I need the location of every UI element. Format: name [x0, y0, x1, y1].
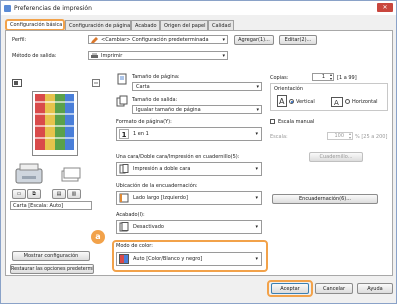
output-size-icon [116, 95, 128, 107]
booklet-button[interactable]: Cuadernillo... [309, 152, 363, 162]
binding-label: Ubicación de la encuadernación: [116, 183, 198, 189]
printer-device-icon [15, 163, 43, 184]
orientation-vertical-radio[interactable] [289, 99, 294, 104]
page-layout-label: Formato de página(Y): [116, 119, 172, 125]
paper-stack-icon [61, 167, 81, 182]
chevron-down-icon: ▾ [255, 131, 258, 137]
copies-value: 1 [321, 74, 325, 80]
chevron-down-icon: ▾ [255, 224, 258, 230]
duplex-label: Una cara/Doble cara/Impresión en cuadern… [116, 154, 240, 160]
svg-text:A: A [279, 97, 285, 106]
view-toggle-4-icon[interactable]: ▥ [67, 189, 81, 199]
page-layout-value: 1 en 1 [133, 131, 149, 137]
chevron-down-icon: ▾ [255, 256, 258, 262]
restore-defaults-button[interactable]: Restaurar las opciones predeterminadas [10, 264, 94, 274]
copies-range: [1 a 99] [337, 75, 357, 81]
landscape-icon: A [331, 97, 343, 107]
scale-value: 100 [334, 133, 344, 139]
printer-app-icon [4, 4, 11, 12]
chevron-down-icon: ▾ [222, 53, 225, 59]
color-mode-value: Auto [Color/Blanco y negro] [133, 256, 203, 262]
page-size-select[interactable]: Carta ▾ [132, 82, 262, 91]
view-toggle-3-icon[interactable]: ▤ [52, 189, 66, 199]
orientation-label: Orientación [274, 86, 304, 92]
one-page-icon: 1 [119, 129, 129, 139]
page-preview [32, 91, 78, 156]
duplex-value: Impresión a doble cara [133, 166, 191, 172]
profile-value: <Cambiar> Configuración predeterminada [101, 37, 209, 43]
manual-scale-label: Escala manual [278, 119, 315, 125]
finishing-select[interactable]: Desactivado ▾ [116, 220, 262, 234]
output-size-value: Igualar tamaño de página [136, 107, 201, 113]
chevron-down-icon: ▾ [222, 37, 225, 43]
output-method-value: Imprimir [101, 53, 123, 59]
color-mode-icon [119, 254, 129, 264]
printer-icon [91, 53, 98, 58]
manual-scale-checkbox[interactable] [270, 119, 275, 124]
page-view-icon[interactable] [12, 79, 22, 87]
page-size-icon [117, 73, 127, 85]
chevron-down-icon: ▾ [256, 107, 259, 113]
chevron-down-icon: ▾ [255, 195, 258, 201]
color-mode-label: Modo de color: [116, 243, 153, 249]
duplex-select[interactable]: Impresión a doble cara ▾ [116, 162, 262, 176]
view-toggle-2-icon[interactable]: ⧉ [27, 189, 41, 199]
view-toggle-1-icon[interactable]: ▭ [12, 189, 26, 199]
callout-badge: a [91, 230, 105, 244]
print-preferences-window: Preferencias de impresión ✕ Configuració… [0, 0, 397, 304]
copies-stepper[interactable]: 1 ▴ ▾ [312, 73, 334, 81]
output-size-label: Tamaño de salida: [132, 97, 178, 103]
page-size-value: Carta [136, 84, 150, 90]
help-button[interactable]: Ayuda [357, 283, 393, 294]
add-profile-button[interactable]: Agregar(1)... [234, 35, 274, 45]
portrait-icon: A [277, 95, 287, 107]
preview-zoom-icon[interactable] [92, 79, 100, 87]
finishing-icon [119, 222, 129, 232]
profile-label: Perfil: [12, 37, 27, 43]
settings-panel: Perfil: <Cambiar> Configuración predeter… [5, 30, 393, 276]
output-method-select[interactable]: Imprimir ▾ [88, 51, 228, 60]
orientation-vertical-label: Vertical [296, 99, 315, 105]
close-icon[interactable]: ✕ [377, 3, 393, 12]
scale-stepper[interactable]: 100 ▴ ▾ [327, 132, 353, 140]
duplex-icon [119, 164, 129, 174]
output-size-select[interactable]: Igualar tamaño de página ▾ [132, 105, 262, 114]
profile-select[interactable]: <Cambiar> Configuración predeterminada ▾ [88, 35, 228, 44]
orientation-horizontal-label: Horizontal [352, 99, 378, 105]
page-size-label: Tamaño de página: [132, 74, 180, 80]
pencil-icon [91, 37, 98, 43]
chevron-down-icon: ▾ [255, 166, 258, 172]
edit-profile-button[interactable]: Editar(2)... [279, 35, 317, 45]
svg-text:A: A [334, 99, 339, 107]
scale-range: % [25 a 200] [355, 134, 388, 140]
copies-label: Copias: [270, 75, 289, 81]
window-title: Preferencias de impresión [14, 4, 92, 12]
cancel-button[interactable]: Cancelar [315, 283, 353, 294]
chevron-down-icon: ▾ [256, 84, 259, 90]
scale-label: Escala: [270, 134, 288, 140]
color-mode-select[interactable]: Auto [Color/Blanco y negro] ▾ [116, 252, 262, 266]
stepper-arrows-icon[interactable]: ▴ ▾ [330, 73, 332, 81]
binding-value: Lado largo [Izquierdo] [133, 195, 188, 201]
page-layout-select[interactable]: 1 1 en 1 ▾ [116, 127, 262, 141]
show-settings-button[interactable]: Mostrar configuración [12, 251, 90, 261]
orientation-horizontal-radio[interactable] [345, 99, 350, 104]
output-method-label: Método de salida: [12, 53, 57, 59]
binding-icon [119, 193, 129, 203]
finishing-value: Desactivado [133, 224, 164, 230]
stepper-arrows-icon[interactable]: ▴ ▾ [349, 132, 351, 140]
preview-toggle-group: ▭ ⧉ ▤ ▥ [12, 189, 92, 199]
ok-button[interactable]: Aceptar [271, 283, 309, 294]
binding-button[interactable]: Encuadernación(6)... [272, 194, 378, 204]
preview-caption: Carta [Escala: Auto] [10, 201, 92, 210]
binding-select[interactable]: Lado largo [Izquierdo] ▾ [116, 191, 262, 205]
finishing-label: Acabado(I): [116, 212, 145, 218]
title-bar: Preferencias de impresión ✕ [1, 1, 396, 15]
